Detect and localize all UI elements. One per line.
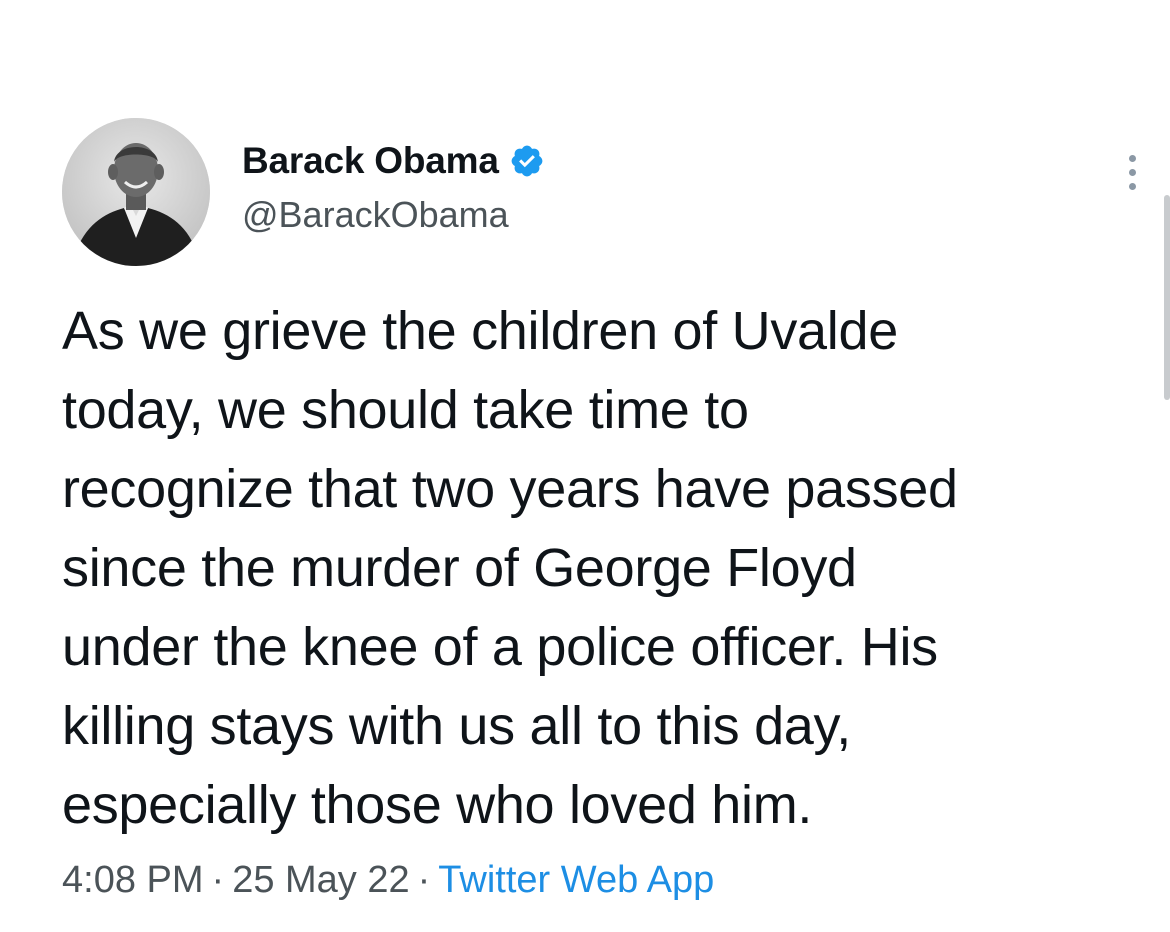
tweet-source-link[interactable]: Twitter Web App [438,859,714,901]
more-options-icon[interactable] [1112,142,1152,202]
tweet-date[interactable]: 25 May 22 [232,859,409,901]
tweet-text-line: especially those who loved him. [62,775,813,835]
tweet-card: Barack Obama @BarackObama As we grieve t… [62,118,1142,902]
display-name-row: Barack Obama [242,136,545,186]
tweet-text: As we grieve the children of Uvalde toda… [62,292,1142,845]
meta-separator: · [417,859,431,901]
tweet-text-line: As we grieve the children of Uvalde [62,301,898,361]
meta-separator: · [211,859,225,901]
tweet-text-line: since the murder of George Floyd [62,538,857,598]
dot-icon [1128,182,1136,190]
tweet-header: Barack Obama @BarackObama [62,118,1142,266]
tweet-text-line: recognize that two years have passed [62,459,958,519]
avatar-photo-icon [62,118,210,266]
tweet-meta: 4:08 PM · 25 May 22 · Twitter Web App [62,859,1142,902]
dot-icon [1128,154,1136,162]
tweet-text-line: killing stays with us all to this day, [62,696,851,756]
author-handle[interactable]: @BarackObama [242,194,545,236]
dot-icon [1128,168,1136,176]
author-display-name[interactable]: Barack Obama [242,140,499,182]
avatar[interactable] [62,118,210,266]
tweet-text-line: today, we should take time to [62,380,749,440]
author-info: Barack Obama @BarackObama [242,136,545,236]
tweet-time[interactable]: 4:08 PM [62,859,204,901]
tweet-text-line: under the knee of a police officer. His [62,617,938,677]
tweet-screenshot: Barack Obama @BarackObama As we grieve t… [0,0,1170,932]
verified-badge-icon [509,143,545,179]
scrollbar[interactable] [1164,195,1170,400]
